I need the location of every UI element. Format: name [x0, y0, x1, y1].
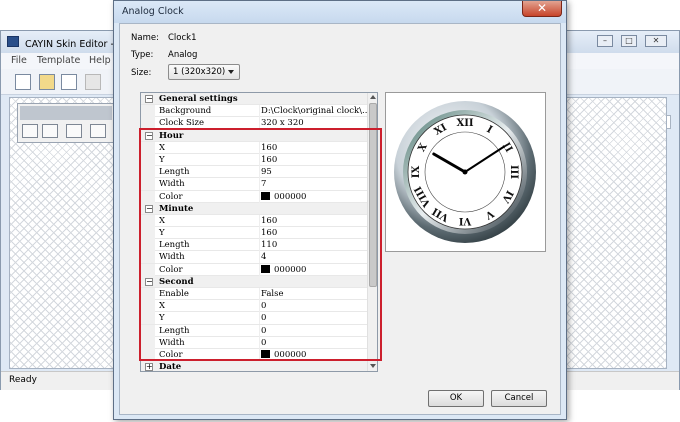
import-icon[interactable]	[61, 74, 77, 90]
status-text: Ready	[9, 375, 37, 385]
palette-header	[20, 106, 112, 120]
clock-numeral: IX	[411, 166, 422, 179]
column-divider	[259, 105, 260, 118]
menu-template[interactable]: Template	[37, 55, 80, 66]
size-label: Size:	[131, 68, 152, 78]
property-row[interactable]: Background D:\Clock\original clock\...	[141, 105, 367, 118]
ok-button[interactable]: OK	[428, 390, 484, 407]
expand-icon[interactable]: +	[145, 363, 153, 371]
layout-button-2[interactable]	[42, 124, 58, 138]
layout-button-4[interactable]	[90, 124, 106, 138]
menu-help[interactable]: Help	[89, 55, 111, 66]
row-gutter	[141, 105, 155, 118]
close-icon[interactable]: ✕	[645, 35, 667, 47]
size-select-value: 1 (320x320)	[173, 67, 226, 77]
scroll-up-icon[interactable]	[370, 95, 376, 99]
chevron-down-icon[interactable]	[228, 70, 234, 74]
type-label: Type:	[131, 50, 154, 60]
property-value-text: D:\Clock\original clock\...	[261, 106, 367, 117]
type-value: Analog	[168, 50, 198, 60]
layout-button-3[interactable]	[66, 124, 82, 138]
scroll-down-icon[interactable]	[370, 364, 376, 368]
property-value[interactable]: D:\Clock\original clock\...	[261, 105, 367, 117]
pencil-icon[interactable]	[85, 74, 101, 90]
maximize-icon[interactable]: □	[621, 35, 637, 47]
menu-file[interactable]: File	[11, 55, 27, 66]
cancel-button[interactable]: Cancel	[491, 390, 547, 407]
layout-button-1[interactable]	[22, 124, 38, 138]
name-label: Name:	[131, 33, 159, 43]
property-category[interactable]: − General settings	[141, 93, 367, 106]
highlight-box	[139, 128, 382, 361]
clock-hub	[462, 169, 468, 175]
dialog-close-button[interactable]: ✕	[522, 1, 562, 17]
dialog-title: Analog Clock	[122, 6, 184, 17]
dialog-titlebar[interactable]: Analog Clock ✕	[114, 1, 566, 23]
clock-numeral: VI	[458, 215, 472, 226]
property-value-text: 320 x 320	[261, 118, 304, 129]
app-icon	[7, 36, 19, 47]
property-category[interactable]: + Date	[141, 361, 367, 372]
category-label: Date	[159, 362, 182, 372]
clock-numeral: XII	[456, 118, 473, 129]
open-folder-icon[interactable]	[39, 74, 55, 90]
property-key: Background	[159, 106, 212, 117]
minimize-icon[interactable]: –	[597, 35, 613, 47]
category-label: General settings	[159, 94, 238, 104]
clock-numeral: III	[508, 165, 519, 179]
collapse-icon[interactable]: −	[145, 95, 153, 103]
layout-palette	[17, 103, 115, 143]
name-value: Clock1	[168, 33, 197, 43]
clock-face: XIIIIIIIIIVVVIVIIVIIIIXXXI	[394, 101, 536, 243]
clock-preview: XII I II III IV V VI VII VIII IX X XI	[385, 92, 546, 252]
new-file-icon[interactable]	[15, 74, 31, 90]
editor-title: CAYIN Skin Editor - 未	[25, 39, 127, 50]
